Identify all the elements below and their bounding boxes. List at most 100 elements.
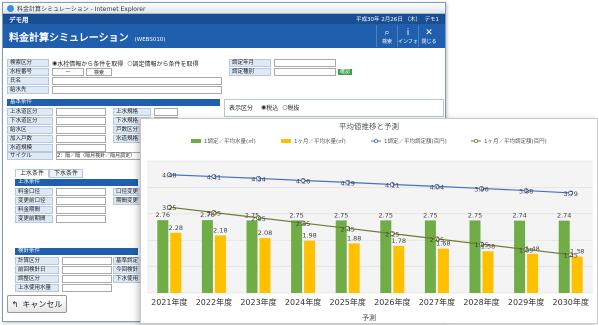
brand-label: デモ用: [9, 16, 29, 24]
bar-yellow: [437, 248, 449, 293]
legend-entry: 1調定／平均調定額(百円): [384, 137, 447, 145]
basic-section-header: 基本条件: [7, 99, 220, 106]
detail-field-input[interactable]: [62, 266, 112, 274]
data-label: 2.76: [156, 211, 170, 219]
bar-yellow: [170, 232, 182, 293]
detail-field-input[interactable]: [62, 284, 112, 292]
bar-green: [157, 220, 169, 293]
data-label: 1.98: [302, 232, 316, 240]
data-label: 4.41: [207, 174, 221, 182]
basic-field-input[interactable]: [56, 117, 106, 125]
date-label: 平成30年 2月26日 （木）: [356, 17, 421, 23]
page-title: 料金計算シミュレーション: [9, 32, 129, 44]
app-bar: デモ用 平成30年 2月26日 （木） デモ1: [3, 14, 445, 24]
basic-field-label: 加入戸数: [7, 135, 53, 143]
bar-green: [469, 220, 481, 293]
legend-entry: 1調定／平均水量(㎥): [204, 137, 256, 145]
data-label: 3.25: [162, 204, 176, 212]
x-tick-label: 2028年度: [463, 297, 499, 307]
search-button[interactable]: ⌕ 検索: [376, 25, 397, 47]
data-label: 1.45: [563, 252, 577, 260]
basic-right-label: 上水規格: [113, 108, 151, 116]
x-tick-label: 2022年度: [196, 297, 232, 307]
detail-field-input[interactable]: [62, 257, 112, 265]
basic-field-label: 給水区: [7, 126, 53, 134]
legend-marker: [473, 138, 478, 143]
basic-row: 給水区: [7, 126, 106, 134]
page-code: (WEBS010): [134, 36, 166, 43]
info-button[interactable]: i インフォ: [397, 25, 418, 47]
window-titlebar: 料金計算シミュレーション - Internet Explorer: [3, 3, 445, 14]
data-label: 2.28: [169, 224, 183, 232]
data-label: 2.75: [334, 211, 348, 219]
close-icon: ✕: [425, 27, 433, 38]
water-field-input[interactable]: [56, 188, 106, 196]
close-button[interactable]: ✕ 閉じる: [418, 25, 439, 47]
data-label: 3.88: [519, 188, 533, 196]
x-tick-label: 2021年度: [151, 297, 187, 307]
info-icon: i: [406, 27, 410, 38]
display-option-label: 表示区分: [229, 104, 254, 112]
data-label: 4.19: [340, 179, 354, 187]
year-select[interactable]: [274, 59, 336, 67]
water-field-input[interactable]: [56, 206, 106, 214]
detail-row: 計算区分: [15, 257, 112, 265]
confirm-button[interactable]: 確認: [338, 69, 353, 75]
cycle-select[interactable]: [274, 68, 336, 76]
water-field-input[interactable]: [56, 197, 106, 205]
page-header: 料金計算シミュレーション (WEBS010) ⌕ 検索 i インフォ ✕ 閉じる: [3, 24, 445, 48]
basic-field-input[interactable]: [56, 108, 106, 116]
water-field-label: 変更前口径: [15, 197, 53, 205]
magnifier-icon: ⌕: [384, 27, 390, 38]
water-field-input[interactable]: [56, 215, 106, 223]
condition-tabs: 上水条件 下水条件: [15, 168, 84, 178]
bar-yellow: [393, 246, 405, 293]
cancel-button[interactable]: ↰ キャンセル: [7, 295, 67, 313]
radio-tax-out-label: 税抜: [287, 104, 300, 112]
legend-marker: [373, 138, 378, 143]
year-label: 調定年月: [229, 59, 271, 67]
basic-field-input[interactable]: [56, 144, 106, 152]
name-select[interactable]: [52, 77, 222, 85]
data-label: 2.75: [423, 211, 437, 219]
bar-yellow: [304, 240, 316, 293]
detail-row: 調整区分: [15, 275, 112, 283]
search-label: 検索区分: [7, 59, 49, 67]
legend-entry: 1ヶ月／平均調定額(百円): [484, 137, 547, 145]
place-row: 給水先: [7, 86, 222, 94]
detail-field-input[interactable]: [62, 275, 112, 283]
chart-title: 平均値推移と予測: [339, 121, 399, 131]
data-label: 2.65: [296, 220, 310, 228]
water-row: 変更前期間: [15, 215, 106, 223]
meter-search-button[interactable]: 検索: [86, 68, 112, 76]
data-label: 1.88: [347, 234, 361, 242]
water-row: 変更前口径: [15, 197, 106, 205]
bar-green: [246, 220, 258, 293]
data-label: 1.65: [519, 246, 533, 254]
water-field-label: 料金期間: [15, 206, 53, 214]
data-label: 2.85: [251, 215, 265, 223]
meter-input[interactable]: —: [52, 68, 84, 76]
forecast-chart: 平均値推移と予測 1調定／平均水量(㎥) 1ヶ月／平均水量(㎥) 1調定／平均調定額(…: [147, 121, 593, 322]
basic-field-input[interactable]: [56, 126, 106, 134]
data-label: 4.34: [251, 175, 265, 183]
water-section-header: 上水条件: [15, 179, 138, 186]
x-axis-label: 予測: [362, 313, 376, 322]
bar-yellow: [259, 238, 271, 293]
tab-sewer[interactable]: 下水条件: [49, 168, 84, 178]
basic-field-label: 下水道区分: [7, 117, 53, 125]
window-title: 料金計算シミュレーション - Internet Explorer: [17, 5, 146, 13]
place-input[interactable]: [52, 86, 222, 94]
data-label: 3.96: [474, 185, 488, 193]
data-label: 4.11: [385, 181, 399, 189]
basic-right-input[interactable]: [154, 108, 178, 116]
cycle-row: 調定種別 確認: [229, 68, 353, 76]
search-row: 検索区分 ◉ 水栓情報から条件を取得 ○ 調定情報から条件を取得: [7, 59, 199, 68]
data-label: 4.04: [430, 183, 444, 191]
data-label: 2.18: [213, 226, 227, 234]
legend-entry: 1ヶ月／平均水量(㎥): [294, 137, 346, 145]
bar-green: [201, 220, 213, 293]
radio-meter-label: 水栓情報から条件を取得: [57, 60, 124, 68]
basic-field-input[interactable]: [56, 135, 106, 143]
tab-water[interactable]: 上水条件: [15, 169, 50, 177]
